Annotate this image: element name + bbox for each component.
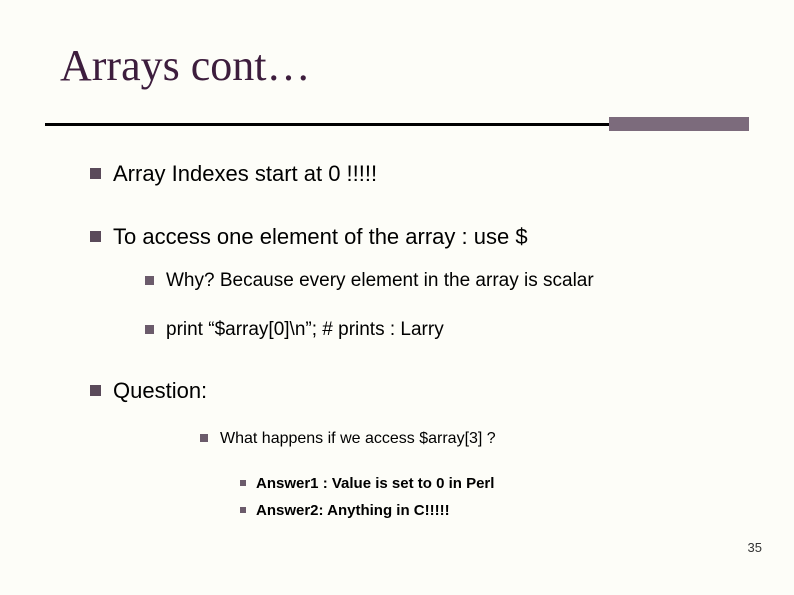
- square-bullet-icon: [240, 480, 246, 486]
- square-bullet-icon: [200, 434, 208, 442]
- bullet-l3: What happens if we access $array[3] ?: [200, 429, 730, 450]
- square-bullet-icon: [90, 385, 101, 396]
- rule-accent: [609, 117, 749, 131]
- slide-title: Arrays cont…: [60, 40, 311, 91]
- bullet-text: To access one element of the array : use…: [113, 223, 528, 252]
- bullet-l1: Array Indexes start at 0 !!!!!: [90, 160, 730, 189]
- bullet-text: Answer1 : Value is set to 0 in Perl: [256, 474, 494, 494]
- bullet-l1: To access one element of the array : use…: [90, 223, 730, 252]
- bullet-text: Array Indexes start at 0 !!!!!: [113, 160, 377, 189]
- bullet-l2: print “$array[0]\n”; # prints : Larry: [145, 318, 730, 343]
- slide-body: Array Indexes start at 0 !!!!! To access…: [90, 160, 730, 521]
- bullet-text: print “$array[0]\n”; # prints : Larry: [166, 318, 444, 343]
- title-rule: [45, 117, 749, 131]
- square-bullet-icon: [145, 276, 154, 285]
- square-bullet-icon: [240, 507, 246, 513]
- bullet-text: Why? Because every element in the array …: [166, 269, 594, 294]
- bullet-text: Answer2: Anything in C!!!!!: [256, 501, 450, 521]
- slide: Arrays cont… Array Indexes start at 0 !!…: [0, 0, 794, 595]
- bullet-l4: Answer1 : Value is set to 0 in Perl: [240, 474, 730, 494]
- bullet-text: Question:: [113, 377, 207, 406]
- bullet-l1: Question:: [90, 377, 730, 406]
- square-bullet-icon: [90, 231, 101, 242]
- bullet-text: What happens if we access $array[3] ?: [220, 429, 496, 450]
- square-bullet-icon: [90, 168, 101, 179]
- square-bullet-icon: [145, 325, 154, 334]
- page-number: 35: [748, 540, 762, 555]
- bullet-l2: Why? Because every element in the array …: [145, 269, 730, 294]
- bullet-l4: Answer2: Anything in C!!!!!: [240, 501, 730, 521]
